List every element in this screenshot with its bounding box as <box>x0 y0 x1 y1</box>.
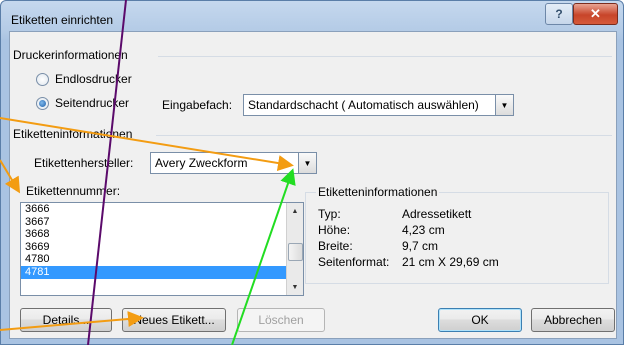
printer-info-heading: Druckerinformationen <box>13 48 128 62</box>
tray-label: Eingabefach: <box>162 98 233 112</box>
scrollbar[interactable]: ▲ ▼ <box>286 203 303 295</box>
vendor-label: Etikettenhersteller: <box>34 156 134 170</box>
radio-dot-selected <box>36 96 49 110</box>
label-detail-key: Höhe: <box>318 223 351 237</box>
ok-button-label: OK <box>471 313 489 327</box>
list-item[interactable]: 3669 <box>21 241 303 254</box>
scroll-down-icon[interactable]: ▼ <box>287 279 303 295</box>
label-detail-value: 4,23 cm <box>402 223 445 237</box>
label-detail-value: Adressetikett <box>402 207 472 221</box>
cancel-button[interactable]: Abbrechen <box>531 308 615 332</box>
label-detail-row: Seitenformat: 21 cm X 29,69 cm <box>318 255 499 269</box>
chevron-down-icon[interactable]: ▼ <box>298 153 316 173</box>
radio-page-label: Seitendrucker <box>55 96 130 110</box>
vendor-select[interactable]: Avery Zweckform ▼ <box>150 152 317 174</box>
chevron-down-icon[interactable]: ▼ <box>495 95 513 115</box>
divider <box>156 135 612 136</box>
close-button[interactable]: ✕ <box>573 3 618 25</box>
divider <box>158 56 612 57</box>
details-button-label: Details... <box>42 313 90 327</box>
list-item[interactable]: 4781 <box>21 265 303 279</box>
label-detail-row: Höhe: 4,23 cm <box>318 223 445 237</box>
delete-button-label: Löschen <box>258 313 304 327</box>
delete-button[interactable]: Löschen <box>237 308 325 332</box>
new-label-button[interactable]: Neues Etikett... <box>122 308 226 332</box>
label-setup-dialog: Etiketten einrichten ? ✕ Druckerinformat… <box>0 0 624 345</box>
radio-page-printer[interactable]: Seitendrucker <box>36 96 129 110</box>
help-button[interactable]: ? <box>545 3 573 25</box>
details-button[interactable]: Details... <box>20 308 112 332</box>
list-item[interactable]: 3667 <box>21 216 303 229</box>
ok-button[interactable]: OK <box>438 308 522 332</box>
label-number-heading: Etikettennummer: <box>26 184 121 198</box>
close-icon: ✕ <box>590 6 601 21</box>
radio-continuous-label: Endlosdrucker <box>55 72 132 86</box>
vendor-value: Avery Zweckform <box>155 156 248 170</box>
tray-value: Standardschacht ( Automatisch auswählen) <box>248 98 479 112</box>
label-detail-value: 9,7 cm <box>402 239 439 253</box>
label-detail-row: Breite: 9,7 cm <box>318 239 438 253</box>
dialog-body: Druckerinformationen Endlosdrucker Seite… <box>9 31 617 339</box>
help-icon: ? <box>555 7 563 21</box>
list-item[interactable]: 3666 <box>21 203 303 216</box>
label-number-list[interactable]: 3666 3667 3668 3669 4780 4781 ▲ ▼ <box>20 202 304 296</box>
new-label-button-label: Neues Etikett... <box>133 313 215 327</box>
label-detail-key: Seitenformat: <box>318 255 390 269</box>
window-title: Etiketten einrichten <box>11 13 114 27</box>
cancel-button-label: Abbrechen <box>543 313 603 327</box>
label-detail-key: Typ: <box>318 207 341 221</box>
label-detail-key: Breite: <box>318 239 353 253</box>
list-item[interactable]: 3668 <box>21 228 303 241</box>
tray-select[interactable]: Standardschacht ( Automatisch auswählen)… <box>243 94 514 116</box>
label-info-heading: Etiketteninformationen <box>13 127 133 141</box>
label-detail-row: Typ: Adressetikett <box>318 207 471 221</box>
scroll-up-icon[interactable]: ▲ <box>287 203 303 219</box>
scroll-thumb[interactable] <box>288 243 303 261</box>
label-detail-value: 21 cm X 29,69 cm <box>402 255 499 269</box>
radio-dot <box>36 72 49 86</box>
list-item[interactable]: 4780 <box>21 253 303 266</box>
list-rows: 3666 3667 3668 3669 4780 4781 <box>21 203 303 279</box>
label-details-heading: Etiketteninformationen <box>316 185 440 199</box>
radio-continuous-printer[interactable]: Endlosdrucker <box>36 72 132 86</box>
label-details-group: Etiketteninformationen Typ: Adressetikett… <box>305 185 609 284</box>
